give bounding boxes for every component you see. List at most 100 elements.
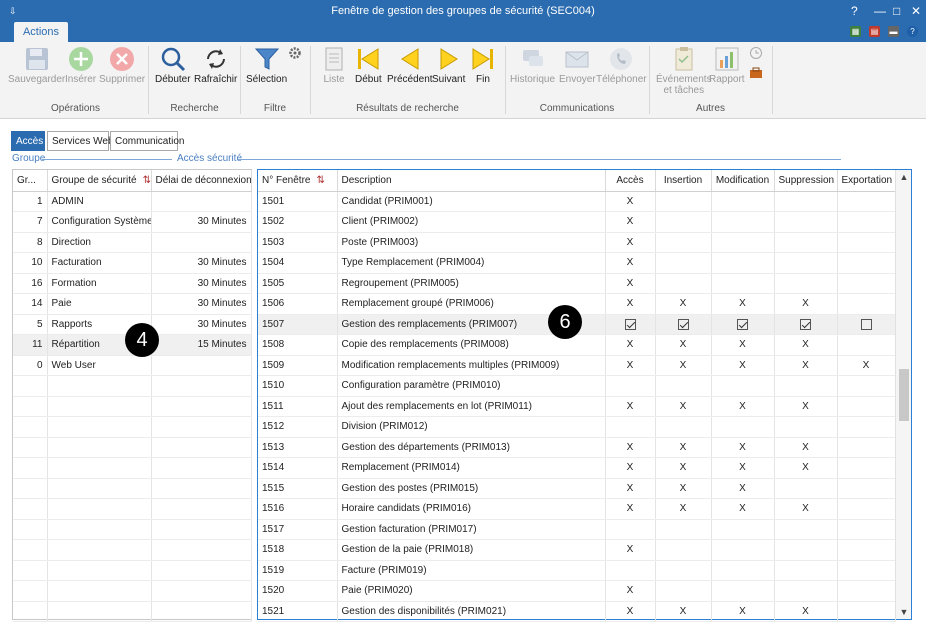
send-button[interactable]: Envoyer: [559, 46, 596, 85]
timeout-cell: [151, 355, 252, 376]
exportation-checkbox[interactable]: [860, 318, 872, 330]
table-row[interactable]: 10 Facturation 30 Minutes: [13, 252, 252, 274]
access-cell: [605, 416, 656, 438]
scroll-down-icon[interactable]: ▼: [896, 607, 912, 617]
help-icon[interactable]: ?: [907, 26, 918, 37]
tab-acces[interactable]: Accès: [11, 131, 45, 151]
column-header-access[interactable]: Accès: [605, 170, 656, 192]
maximize-button[interactable]: □: [893, 0, 900, 22]
table-row[interactable]: 0 Web User: [13, 355, 252, 376]
table-row[interactable]: 1508 Copie des remplacements (PRIM008) X X X…: [258, 334, 896, 356]
phone-button[interactable]: Téléphoner: [596, 46, 647, 85]
filter-settings-button[interactable]: [288, 46, 302, 62]
table-row[interactable]: 1505 Regroupement (PRIM005) X: [258, 273, 896, 294]
timer-button[interactable]: [749, 46, 763, 62]
table-row[interactable]: 1516 Horaire candidats (PRIM016) X X X X: [258, 498, 896, 520]
table-row[interactable]: 7 Configuration Système 30 Minutes: [13, 211, 252, 233]
refresh-button[interactable]: Rafraîchir: [194, 46, 237, 85]
access-checkbox[interactable]: [624, 318, 636, 330]
report-button[interactable]: Rapport: [709, 46, 745, 85]
window-no-cell: 1501: [258, 191, 338, 212]
scroll-thumb[interactable]: [899, 369, 909, 421]
table-row[interactable]: 1504 Type Remplacement (PRIM004) X: [258, 252, 896, 274]
suppression-cell: X: [774, 437, 838, 458]
sort-icon[interactable]: ⇅: [316, 175, 324, 186]
table-row[interactable]: 1501 Candidat (PRIM001) X: [258, 191, 896, 212]
timeout-cell: 30 Minutes: [151, 252, 252, 274]
column-header-group-id[interactable]: Gr...: [13, 170, 48, 192]
insertion-cell: X: [655, 457, 712, 479]
envelope-icon: [564, 46, 590, 72]
table-row[interactable]: 1513 Gestion des départements (PRIM013) X X…: [258, 437, 896, 458]
table-row[interactable]: 8 Direction: [13, 232, 252, 253]
table-row[interactable]: 1509 Modification remplacements multiples…: [258, 355, 896, 376]
column-header-description[interactable]: Description: [337, 170, 606, 192]
column-header-exportation[interactable]: Exportation: [837, 170, 896, 192]
column-header-suppression[interactable]: Suppression: [774, 170, 838, 192]
table-row[interactable]: 1521 Gestion des disponibilités (PRIM021)…: [258, 601, 896, 622]
printer-icon[interactable]: ▬: [888, 26, 899, 37]
insert-button[interactable]: Insérer: [65, 46, 96, 85]
insertion-cell: [655, 211, 712, 233]
window-no-cell: 1519: [258, 560, 338, 581]
table-row[interactable]: 16 Formation 30 Minutes: [13, 273, 252, 294]
help-toggle-icon[interactable]: ?: [851, 0, 858, 22]
table-row[interactable]: 1515 Gestion des postes (PRIM015) X X X: [258, 478, 896, 499]
previous-record-button[interactable]: Précédent: [387, 46, 433, 85]
column-header-modification[interactable]: Modification: [711, 170, 775, 192]
close-button[interactable]: ✕: [911, 0, 921, 22]
save-button[interactable]: Sauvegarder: [8, 46, 65, 85]
column-header-window-no[interactable]: N° Fenêtre ⇅: [258, 170, 338, 192]
suppression-checkbox[interactable]: [800, 318, 811, 330]
scroll-up-icon[interactable]: ▲: [896, 172, 912, 182]
system-menu-icon[interactable]: ⇩: [9, 0, 17, 22]
column-header-insertion[interactable]: Insertion: [655, 170, 712, 192]
insertion-checkbox[interactable]: [677, 318, 689, 330]
table-row[interactable]: 1511 Ajout des remplacements en lot (PRIM…: [258, 396, 896, 417]
tab-actions[interactable]: Actions: [14, 22, 68, 42]
group-id-cell: 1: [13, 191, 48, 212]
table-row[interactable]: 1 ADMIN: [13, 191, 252, 212]
list-button[interactable]: Liste: [321, 46, 347, 85]
history-button[interactable]: Historique: [510, 46, 555, 85]
table-row[interactable]: 1512 Division (PRIM012): [258, 416, 896, 438]
insertion-cell: [655, 252, 712, 274]
selection-button[interactable]: Sélection: [246, 46, 287, 85]
next-record-button[interactable]: Suivant: [432, 46, 465, 85]
table-row[interactable]: 1503 Poste (PRIM003) X: [258, 232, 896, 253]
table-row[interactable]: 1518 Gestion de la paie (PRIM018) X: [258, 539, 896, 561]
timeout-cell: 30 Minutes: [151, 314, 252, 335]
table-row[interactable]: 1502 Client (PRIM002) X: [258, 211, 896, 233]
column-header-group-name[interactable]: Groupe de sécurité ⇅: [47, 170, 152, 192]
groups-grid: Gr... Groupe de sécurité ⇅ Délai de décon…: [12, 169, 252, 622]
table-row[interactable]: 14 Paie 30 Minutes: [13, 293, 252, 315]
delete-button[interactable]: Supprimer: [99, 46, 145, 85]
calculator-icon[interactable]: ▦: [850, 26, 861, 37]
modification-cell: [711, 211, 775, 233]
start-search-button[interactable]: Débuter: [155, 46, 191, 85]
events-tasks-button[interactable]: Événements et tâches: [656, 46, 712, 96]
vertical-scrollbar[interactable]: ▲ ▼: [895, 170, 911, 619]
column-header-timeout[interactable]: Délai de déconnexion: [151, 170, 252, 192]
access-cell: X: [605, 293, 656, 315]
access-grid: N° Fenêtre ⇅ Description Accès Insertion …: [257, 169, 912, 622]
calendar-icon[interactable]: ▤: [869, 26, 880, 37]
table-row[interactable]: 1514 Remplacement (PRIM014) X X X X: [258, 457, 896, 479]
table-row[interactable]: 1517 Gestion facturation (PRIM017): [258, 519, 896, 540]
tab-services-web[interactable]: Services Web: [47, 131, 114, 151]
divider: [238, 159, 841, 160]
table-row[interactable]: 1510 Configuration paramètre (PRIM010): [258, 375, 896, 397]
modification-checkbox[interactable]: [737, 318, 748, 330]
minimize-button[interactable]: —: [874, 0, 886, 22]
first-record-button[interactable]: Début: [355, 46, 382, 85]
exportation-cell: [837, 437, 896, 458]
window-no-cell: 1514: [258, 457, 338, 479]
exportation-cell: [837, 580, 896, 602]
sort-icon[interactable]: ⇅: [143, 175, 150, 186]
tab-communication[interactable]: Communication: [110, 131, 184, 151]
last-record-button[interactable]: Fin: [470, 46, 496, 85]
window-no-cell: 1520: [258, 580, 338, 602]
briefcase-button[interactable]: [749, 66, 763, 82]
table-row[interactable]: 1519 Facture (PRIM019): [258, 560, 896, 581]
table-row[interactable]: 1520 Paie (PRIM020) X: [258, 580, 896, 602]
